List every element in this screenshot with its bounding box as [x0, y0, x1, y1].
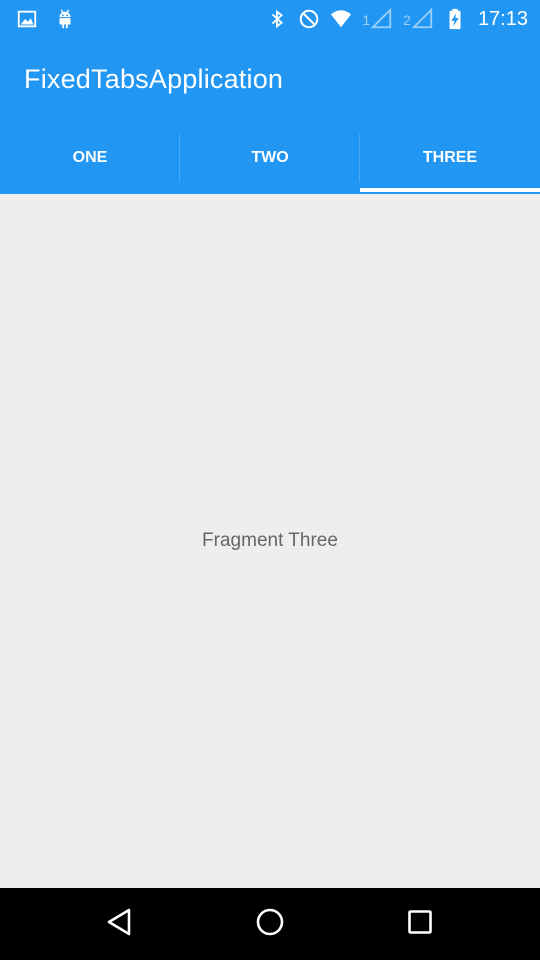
status-bar: 1 2 17:13 [0, 0, 540, 38]
back-icon [102, 904, 138, 945]
do-not-disturb-icon [298, 8, 320, 30]
recents-icon [402, 904, 438, 945]
tab-three[interactable]: THREE [360, 122, 540, 194]
back-button[interactable] [102, 906, 138, 942]
signal-icon [371, 8, 393, 30]
fragment-content: Fragment Three [0, 194, 540, 888]
sim1-signal: 1 [362, 8, 393, 30]
tab-one[interactable]: ONE [0, 122, 180, 194]
navigation-bar [0, 888, 540, 960]
signal-icon [411, 8, 434, 30]
bluetooth-icon [266, 8, 288, 30]
status-bar-notifications [16, 8, 76, 30]
tab-label: THREE [422, 149, 478, 166]
tab-label: TWO [251, 149, 289, 166]
tab-label: ONE [72, 149, 108, 166]
tab-bar: ONE TWO THREE [0, 122, 540, 194]
battery-charging-icon [444, 8, 466, 30]
android-icon [54, 8, 76, 30]
fragment-label: Fragment Three [202, 530, 338, 551]
tab-two[interactable]: TWO [180, 122, 360, 194]
app-title: FixedTabsApplication [24, 64, 284, 94]
recents-button[interactable] [402, 906, 438, 942]
selected-tab-indicator [360, 188, 540, 192]
image-icon [16, 8, 38, 30]
status-bar-system-icons: 1 2 17:13 [266, 8, 528, 30]
sim2-signal: 2 [403, 8, 434, 30]
sim2-label: 2 [403, 12, 411, 28]
app-bar: FixedTabsApplication [0, 38, 540, 122]
sim1-label: 1 [362, 12, 371, 28]
home-icon [252, 904, 288, 945]
wifi-icon [330, 8, 352, 30]
status-bar-clock: 17:13 [477, 8, 528, 30]
home-button[interactable] [252, 906, 288, 942]
